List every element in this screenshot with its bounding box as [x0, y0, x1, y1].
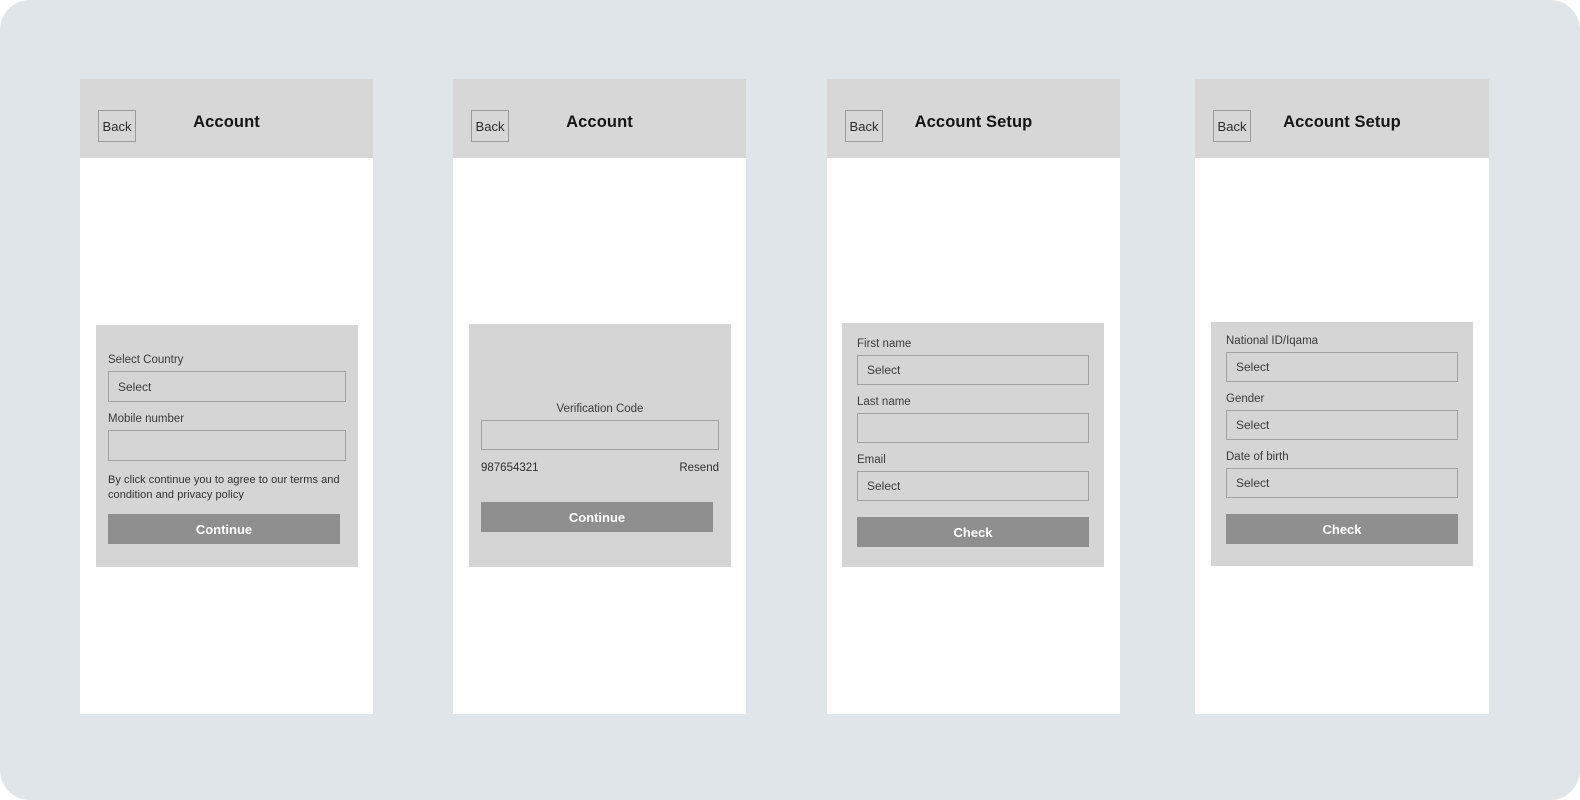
field-label-select-country: Select Country	[108, 354, 184, 366]
continue-button[interactable]: Continue	[108, 514, 340, 544]
field-group-gender: Gender Select	[1226, 392, 1458, 440]
personal-info-form-card: First name Select Last name Email Select…	[842, 323, 1104, 567]
mobile-number-input[interactable]	[108, 430, 346, 461]
field-group-verification-code: Verification Code	[481, 324, 719, 450]
field-group-email: Email Select	[857, 453, 1089, 501]
page-title: Account Setup	[1283, 113, 1401, 131]
email-input[interactable]: Select	[857, 471, 1089, 501]
screen-header: Back Account Setup	[1195, 79, 1489, 158]
gender-input[interactable]: Select	[1226, 410, 1458, 440]
identity-info-form-card: National ID/Iqama Select Gender Select D…	[1211, 322, 1473, 566]
wireframe-canvas: Back Account Select Country Select Mobil…	[0, 0, 1580, 800]
field-label-verification-code: Verification Code	[556, 403, 644, 415]
continue-button[interactable]: Continue	[481, 502, 713, 532]
page-title: Account	[566, 113, 633, 131]
screen-header: Back Account	[80, 79, 373, 158]
field-label-national-id: National ID/Iqama	[1226, 335, 1319, 347]
page-title: Account	[193, 113, 260, 131]
phone-screen-account-verification: Back Account Verification Code 987654321…	[453, 79, 746, 714]
phone-screen-account-setup-identity: Back Account Setup National ID/Iqama Sel…	[1195, 79, 1489, 714]
field-group-mobile-number: Mobile number	[108, 412, 346, 461]
screen-body: Verification Code 987654321 Resend Conti…	[453, 158, 746, 714]
field-group-select-country: Select Country Select	[108, 353, 346, 402]
check-button[interactable]: Check	[857, 517, 1089, 547]
phone-number-text: 987654321	[481, 462, 539, 474]
last-name-input[interactable]	[857, 413, 1089, 443]
field-group-first-name: First name Select	[857, 337, 1089, 385]
screen-body: First name Select Last name Email Select…	[827, 158, 1120, 714]
signup-form-card: Select Country Select Mobile number By c…	[96, 325, 358, 567]
field-label-gender: Gender	[1226, 393, 1265, 405]
page-title: Account Setup	[914, 113, 1033, 131]
resend-row: 987654321 Resend	[481, 462, 719, 474]
phone-screen-account-country: Back Account Select Country Select Mobil…	[80, 79, 373, 714]
field-label-email: Email	[857, 454, 886, 466]
field-group-last-name: Last name	[857, 395, 1089, 443]
screen-header: Back Account Setup	[827, 79, 1120, 158]
screen-body: Select Country Select Mobile number By c…	[80, 158, 373, 714]
field-group-date-of-birth: Date of birth Select	[1226, 450, 1458, 498]
verification-form-card: Verification Code 987654321 Resend Conti…	[469, 324, 731, 567]
field-label-date-of-birth: Date of birth	[1226, 451, 1289, 463]
first-name-input[interactable]: Select	[857, 355, 1089, 385]
select-country-input[interactable]: Select	[108, 371, 346, 402]
phone-screen-account-setup-personal: Back Account Setup First name Select Las…	[827, 79, 1120, 714]
field-label-first-name: First name	[857, 338, 912, 350]
screen-header: Back Account	[453, 79, 746, 158]
national-id-input[interactable]: Select	[1226, 352, 1458, 382]
verification-code-input[interactable]	[481, 420, 719, 450]
terms-and-privacy-text: By click continue you to agree to our te…	[108, 474, 340, 501]
field-label-last-name: Last name	[857, 396, 911, 408]
check-button[interactable]: Check	[1226, 514, 1458, 544]
field-group-national-id: National ID/Iqama Select	[1226, 334, 1458, 382]
screen-body: National ID/Iqama Select Gender Select D…	[1195, 158, 1489, 714]
date-of-birth-input[interactable]: Select	[1226, 468, 1458, 498]
field-label-mobile-number: Mobile number	[108, 413, 185, 425]
resend-link[interactable]: Resend	[679, 462, 719, 474]
